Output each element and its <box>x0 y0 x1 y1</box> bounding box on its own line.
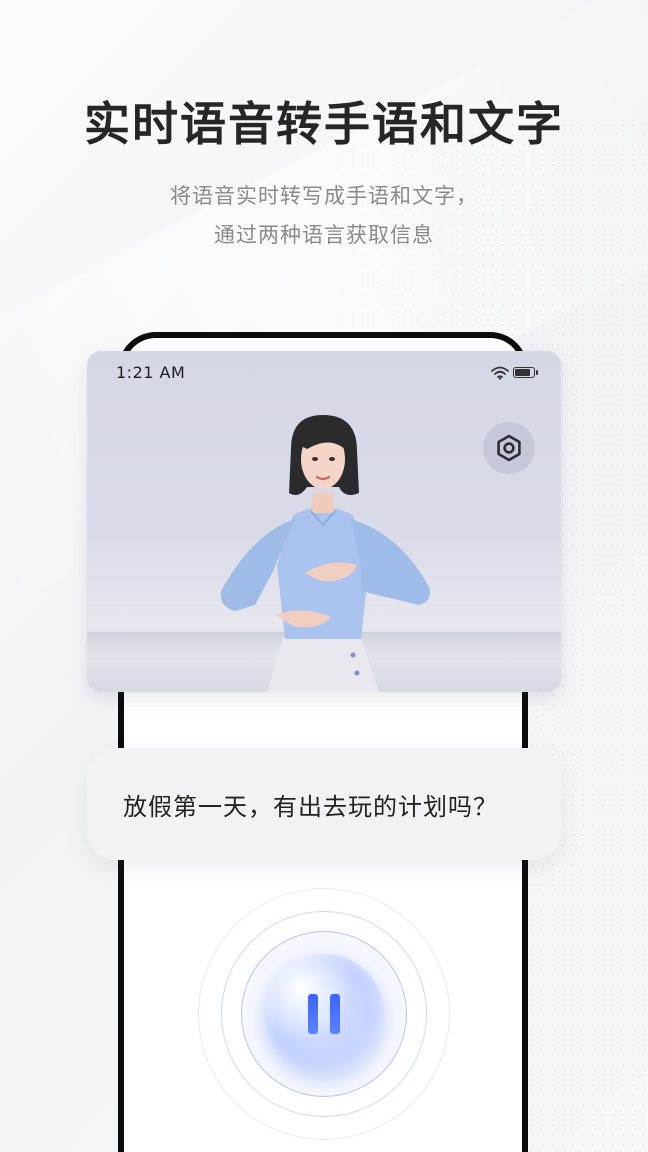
battery-icon <box>513 367 538 378</box>
pause-icon-left-bar <box>308 994 318 1034</box>
pause-icon-right-bar <box>330 994 340 1034</box>
subtitle-line-2: 通过两种语言获取信息 <box>214 223 434 247</box>
status-time: 1:21 AM <box>116 363 186 382</box>
subtitle-line-1: 将语音实时转写成手语和文字， <box>170 184 478 208</box>
settings-icon <box>497 434 521 462</box>
headline: 实时语音转手语和文字 <box>84 97 564 151</box>
sign-language-avatar <box>220 415 430 692</box>
wifi-icon <box>491 365 509 384</box>
pause-button[interactable] <box>264 954 384 1074</box>
caption-text: 放假第一天，有出去玩的计划吗？ <box>123 792 498 821</box>
settings-button[interactable] <box>483 422 535 474</box>
caption-bubble: 放假第一天，有出去玩的计划吗？ <box>87 748 561 860</box>
avatar-video-card: 1:21 AM <box>87 351 561 692</box>
